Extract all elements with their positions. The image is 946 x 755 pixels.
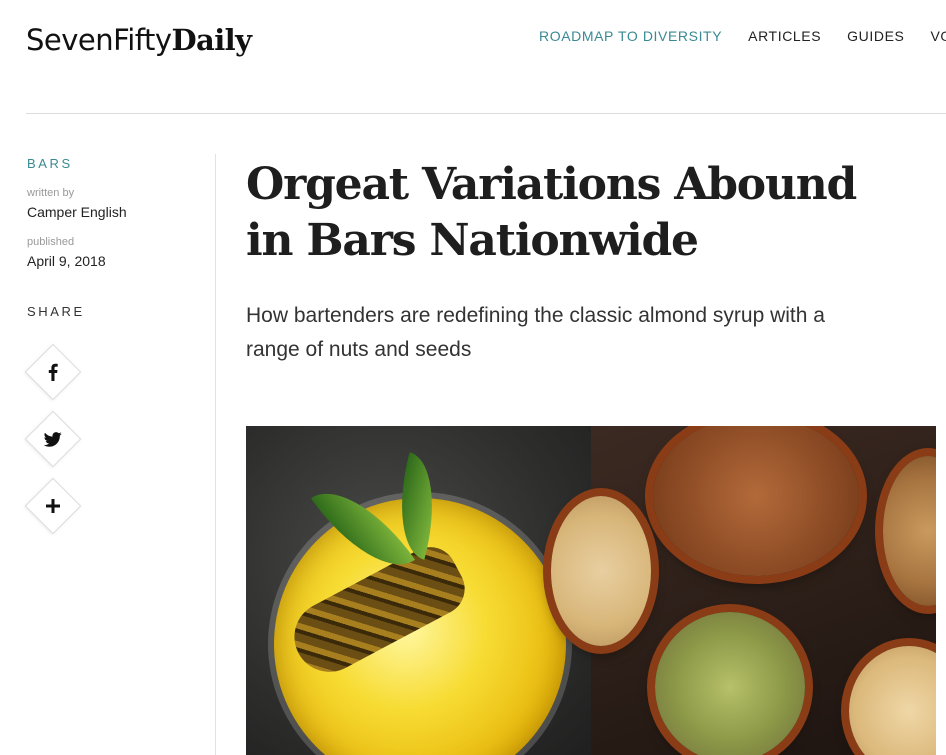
- author-name[interactable]: Camper English: [27, 204, 127, 220]
- more-share-button[interactable]: [24, 477, 82, 535]
- nav-guides[interactable]: GUIDES: [847, 28, 904, 44]
- article-subtitle: How bartenders are redefining the classi…: [246, 299, 886, 367]
- cashew-bowl: [849, 646, 936, 755]
- cocktail-photo: [246, 426, 591, 755]
- plus-icon: [34, 487, 72, 525]
- main-nav: ROADMAP TO DIVERSITY ARTICLES GUIDES VO: [539, 28, 946, 44]
- published-label: published: [27, 236, 75, 248]
- category-link[interactable]: BARS: [27, 156, 73, 171]
- walnut-bowl: [883, 456, 936, 606]
- almond-bowl: [653, 426, 859, 576]
- share-label: SHARE: [27, 304, 85, 319]
- article-title: Orgeat Variations Abound in Bars Nationw…: [246, 157, 886, 269]
- site-logo[interactable]: SevenFiftyDaily: [26, 22, 252, 58]
- nav-articles[interactable]: ARTICLES: [748, 28, 821, 44]
- article-subtitle-line1: How bartenders are redefining the classi…: [246, 304, 825, 327]
- header-divider: [26, 113, 946, 114]
- article-title-line2: in Bars Nationwide: [246, 215, 699, 266]
- facebook-icon: [34, 353, 72, 391]
- published-date: April 9, 2018: [27, 253, 106, 269]
- facebook-share-button[interactable]: [24, 343, 82, 401]
- pistachio-bowl: [655, 612, 805, 755]
- twitter-share-button[interactable]: [24, 410, 82, 468]
- nav-vo[interactable]: VO: [930, 28, 946, 44]
- author-label: written by: [27, 187, 75, 199]
- logo-seven-fifty: SevenFifty: [26, 23, 172, 57]
- hero-image: [246, 426, 936, 755]
- article-title-line1: Orgeat Variations Abound: [246, 159, 857, 210]
- nuts-photo: [551, 426, 936, 755]
- logo-daily: Daily: [171, 23, 252, 57]
- meta-column-divider: [215, 154, 216, 755]
- nav-roadmap-to-diversity[interactable]: ROADMAP TO DIVERSITY: [539, 28, 722, 44]
- twitter-icon: [34, 420, 72, 458]
- peanut-bowl: [551, 496, 651, 646]
- article-subtitle-line2: range of nuts and seeds: [246, 338, 472, 361]
